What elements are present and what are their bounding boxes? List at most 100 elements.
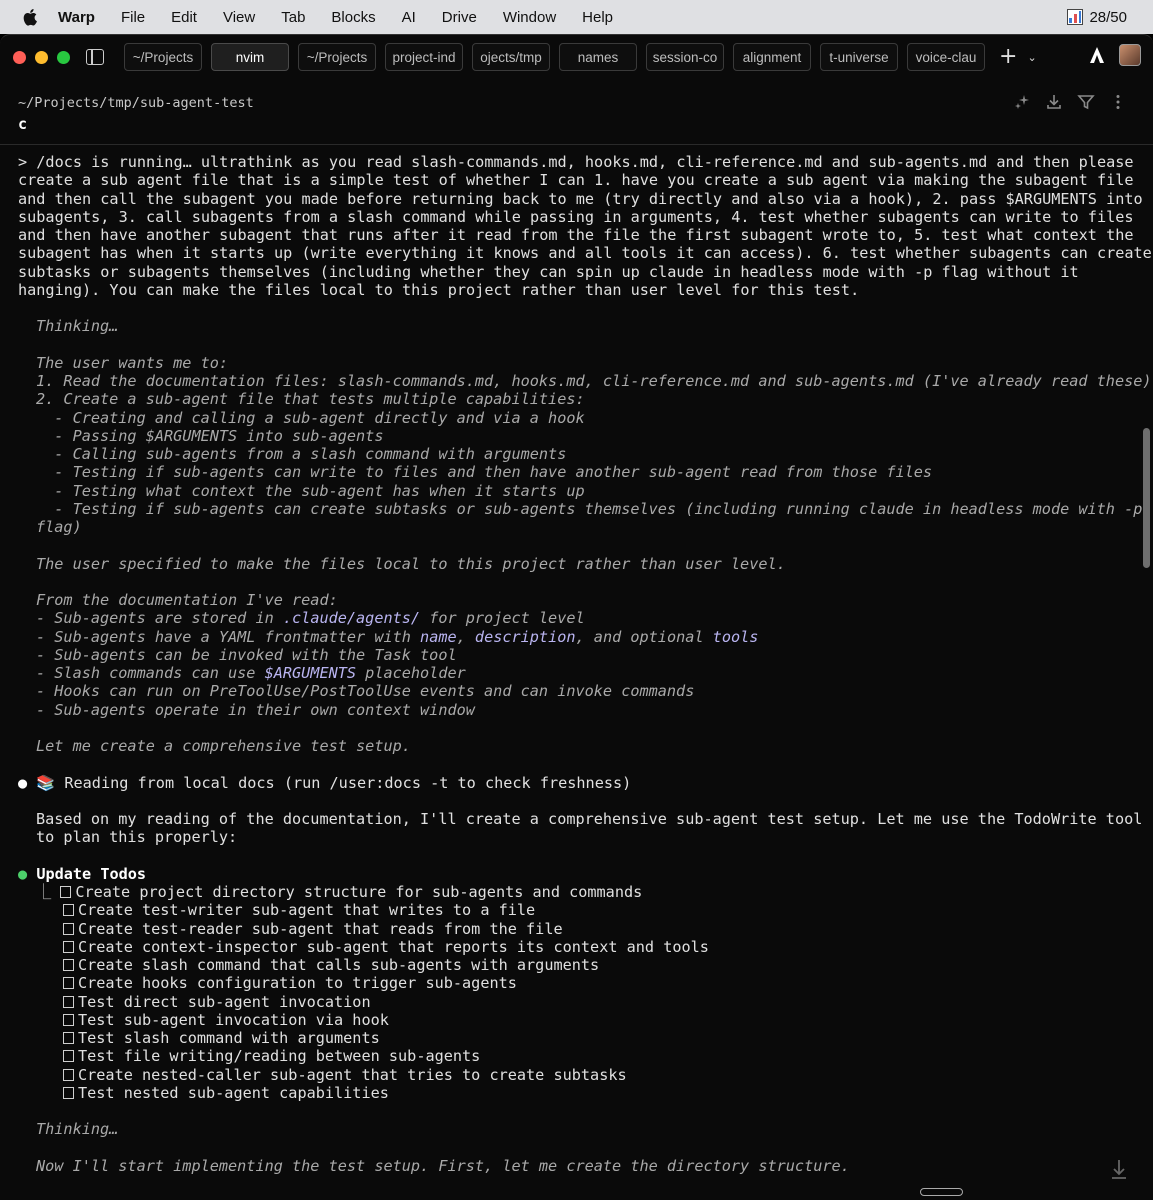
menu-blocks[interactable]: Blocks <box>331 9 375 26</box>
filter-icon[interactable] <box>1077 93 1095 111</box>
tab-projects-1[interactable]: ~/Projects <box>124 43 202 71</box>
todo-item: Create test-writer sub-agent that writes… <box>18 901 1118 919</box>
thinking-line: The user specified to make the files loc… <box>36 554 786 573</box>
scroll-to-bottom-icon[interactable] <box>1109 1158 1129 1180</box>
todo-item: Test slash command with arguments <box>18 1029 1118 1047</box>
checkbox-icon <box>63 904 74 917</box>
prompt-line: subtasks or subagents themselves (includ… <box>18 262 1079 281</box>
menu-drive[interactable]: Drive <box>442 9 477 26</box>
avatar[interactable] <box>1119 44 1141 66</box>
docs-line: - Sub-agents operate in their own contex… <box>36 700 475 719</box>
menu-ai[interactable]: AI <box>402 9 416 26</box>
todos-header: ● Update Todos <box>18 864 147 883</box>
thinking-line: - Testing if sub-agents can write to fil… <box>36 463 933 482</box>
prompt-line: and then have another subagent that runs… <box>18 226 1134 244</box>
sidebar-toggle-icon[interactable] <box>86 49 104 65</box>
menu-file[interactable]: File <box>121 9 145 26</box>
tab-ojects-tmp[interactable]: ojects/tmp <box>472 43 550 71</box>
docs-intro: From the documentation I've read: <box>36 591 338 609</box>
thinking-line: flag) <box>36 518 82 536</box>
docs-line: - Slash commands can use $ARGUMENTS plac… <box>36 664 466 682</box>
warp-logo-icon[interactable] <box>1089 46 1105 64</box>
bar-chart-icon <box>1067 9 1084 25</box>
tab-project-ind[interactable]: project-ind <box>385 43 463 71</box>
todo-item: Create hooks configuration to trigger su… <box>18 974 1118 992</box>
tab-names[interactable]: names <box>559 43 637 71</box>
sparkle-icon[interactable] <box>1013 93 1031 111</box>
chevron-down-icon[interactable]: ⌄ <box>1027 51 1036 64</box>
command-text: c <box>18 115 28 133</box>
checkbox-icon <box>60 886 72 898</box>
prompt-line: subagents, 3. call subagents from a slas… <box>18 207 1134 226</box>
tab-bar: ~/Projects nvim ~/Projects project-ind o… <box>124 43 985 71</box>
tab-projects-2[interactable]: ~/Projects <box>298 43 376 71</box>
code-highlight: tools <box>712 627 759 646</box>
working-directory: ~/Projects/tmp/sub-agent-test <box>18 95 254 111</box>
docs-line: - Sub-agents are stored in .claude/agent… <box>36 609 585 628</box>
window-controls <box>13 50 70 64</box>
status-dot-icon: ● <box>18 864 28 883</box>
code-highlight: .claude/agents/ <box>282 609 421 628</box>
thinking-line: - Calling sub-agents from a slash comman… <box>36 445 567 463</box>
minimize-window-button[interactable] <box>35 50 48 64</box>
prompt-line: subagent has when it starts up (write ev… <box>18 244 1152 263</box>
scrollbar[interactable] <box>1143 428 1150 568</box>
apple-icon[interactable] <box>20 7 40 27</box>
status-item[interactable]: 28/50 <box>1067 0 1127 34</box>
tab-nvim[interactable]: nvim <box>211 43 289 71</box>
menu-app-name[interactable]: Warp <box>58 9 95 26</box>
menu-edit[interactable]: Edit <box>171 9 197 26</box>
status-count: 28/50 <box>1089 8 1127 26</box>
menu-window[interactable]: Window <box>503 9 556 26</box>
tab-t-universe[interactable]: t-universe <box>820 43 898 71</box>
thinking-line: - Testing what context the sub-agent has… <box>36 481 585 500</box>
todo-item: Create context-inspector sub-agent that … <box>18 938 1118 956</box>
terminal-output: > /docs is running… ultrathink as you re… <box>18 153 1152 1175</box>
todo-item: Create slash command that calls sub-agen… <box>18 956 1118 974</box>
reading-docs-bullet: ● 📚 Reading from local docs (run /user:d… <box>18 773 632 792</box>
docs-line: - Sub-agents have a YAML frontmatter wit… <box>36 627 759 646</box>
thinking-label: Thinking… <box>36 1120 119 1139</box>
input-handle[interactable] <box>920 1188 963 1196</box>
close-window-button[interactable] <box>13 50 26 64</box>
thinking-line: 1. Read the documentation files: slash-c… <box>36 372 1152 390</box>
todo-item: ⎿ Create project directory structure for… <box>36 883 643 901</box>
checkbox-icon <box>63 1068 74 1081</box>
todo-item: Create test-reader sub-agent that reads … <box>18 920 1118 938</box>
prompt-line: > /docs is running… ultrathink as you re… <box>18 153 1134 171</box>
menu-view[interactable]: View <box>223 9 255 26</box>
thinking-label: Thinking… <box>36 317 119 336</box>
tab-voice-clau[interactable]: voice-clau <box>907 43 985 71</box>
prompt-line: create a sub agent file that is a simple… <box>18 171 1134 190</box>
zoom-window-button[interactable] <box>57 50 70 64</box>
checkbox-icon <box>63 1032 74 1044</box>
download-icon[interactable] <box>1045 93 1063 111</box>
code-highlight: description <box>474 627 576 646</box>
thinking-line: Let me create a comprehensive test setup… <box>36 737 411 755</box>
response-line: to plan this properly: <box>36 828 238 847</box>
menu-bar: Warp File Edit View Tab Blocks AI Drive … <box>0 0 1153 34</box>
todo-item: Test file writing/reading between sub-ag… <box>18 1047 1118 1065</box>
docs-line: - Sub-agents can be invoked with the Tas… <box>36 645 457 664</box>
more-options-icon[interactable] <box>1109 93 1127 111</box>
todo-item: Test direct sub-agent invocation <box>18 993 1118 1011</box>
bullet-icon: ● <box>18 773 28 792</box>
new-tab-icon[interactable]: + <box>999 46 1017 68</box>
todo-item: Test nested sub-agent capabilities <box>18 1084 1118 1102</box>
todo-item: Test sub-agent invocation via hook <box>18 1011 1118 1029</box>
checkbox-icon <box>63 1086 74 1099</box>
code-highlight: name <box>420 627 457 646</box>
tab-session-co[interactable]: session-co <box>646 43 724 71</box>
checkbox-icon <box>63 977 74 990</box>
checkbox-icon <box>63 940 74 953</box>
docs-line: - Hooks can run on PreToolUse/PostToolUs… <box>36 682 695 701</box>
terminal-window: ~/Projects nvim ~/Projects project-ind o… <box>0 34 1153 1200</box>
prompt-line: and then call the subagent you made befo… <box>18 189 1143 208</box>
menu-help[interactable]: Help <box>582 9 613 26</box>
checkbox-icon <box>63 995 74 1008</box>
tab-alignment[interactable]: alignment <box>733 43 811 71</box>
checkbox-icon <box>63 922 74 935</box>
thinking-line: - Testing if sub-agents can create subta… <box>36 499 1143 518</box>
menu-tab[interactable]: Tab <box>281 9 305 26</box>
prompt-line: hanging). You can make the files local t… <box>18 280 860 299</box>
